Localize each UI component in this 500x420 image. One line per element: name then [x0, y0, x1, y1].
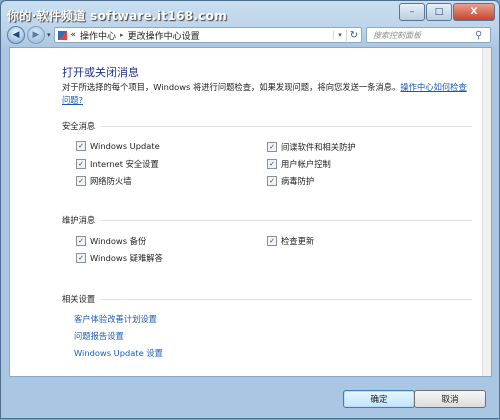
refresh-icon[interactable]: ↻	[346, 29, 361, 41]
security-messages-section: 安全消息 ✓ Windows Update ✓ 间谍软件和相关防护 ✓ Inte…	[62, 120, 472, 201]
page-description: 对于所选择的每个项目，Windows 将进行问题检查，如果发现问题，将向您发送一…	[62, 81, 470, 107]
checkbox-label: Windows Update	[90, 141, 160, 151]
internet-security-checkbox[interactable]: ✓ Internet 安全设置	[76, 158, 159, 170]
address-overflow-button[interactable]: «	[71, 30, 77, 40]
description-text: 对于所选择的每个项目，Windows 将进行问题检查，如果发现问题，将向您发送一…	[62, 82, 401, 92]
checkbox-label: 病毒防护	[281, 176, 315, 186]
watermark-text: 你的·软件频道 software.it168.com	[7, 9, 227, 23]
checkbox-label: 检查更新	[281, 236, 315, 246]
virus-protection-checkbox[interactable]: ✓ 病毒防护	[267, 175, 314, 187]
user-account-control-checkbox[interactable]: ✓ 用户帐户控制	[267, 158, 331, 170]
address-bar[interactable]: « 操作中心 ▸ 更改操作中心设置 ▾ ↻	[53, 27, 362, 43]
address-dropdown-chevron-down-icon[interactable]: ▾	[333, 31, 346, 39]
checkbox-label: Windows 疑难解答	[90, 253, 163, 263]
action-center-flag-icon	[57, 30, 67, 40]
section-divider	[101, 125, 472, 127]
content-pane: 打开或关闭消息 对于所选择的每个项目，Windows 将进行问题检查，如果发现问…	[9, 47, 492, 377]
network-firewall-checkbox[interactable]: ✓ 网络防火墙	[76, 175, 132, 187]
checkmark-icon[interactable]: ✓	[76, 176, 86, 186]
checkmark-icon[interactable]: ✓	[267, 159, 277, 169]
checkmark-icon[interactable]: ✓	[76, 236, 86, 246]
security-messages-header: 安全消息	[62, 120, 472, 132]
ok-button[interactable]: 确定	[343, 390, 415, 408]
check-for-updates-checkbox[interactable]: ✓ 检查更新	[267, 235, 314, 247]
windows-update-settings-link[interactable]: Windows Update 设置	[74, 345, 472, 362]
related-settings-section: 相关设置 客户体验改善计划设置 问题报告设置 Windows Update 设置	[62, 293, 472, 362]
close-button[interactable]: X	[453, 3, 495, 21]
page-title: 打开或关闭消息	[62, 66, 139, 79]
checkmark-icon[interactable]: ✓	[267, 176, 277, 186]
search-input[interactable]	[371, 29, 475, 41]
search-box[interactable]: ⚲	[366, 27, 491, 43]
related-links-list: 客户体验改善计划设置 问题报告设置 Windows Update 设置	[62, 311, 472, 362]
maintenance-messages-heading: 维护消息	[62, 215, 96, 225]
section-divider	[101, 219, 472, 221]
cancel-button[interactable]: 取消	[414, 390, 486, 408]
checkbox-label: 网络防火墙	[90, 176, 132, 186]
related-settings-heading: 相关设置	[62, 294, 96, 304]
checkbox-label: 间谍软件和相关防护	[281, 142, 356, 152]
forward-button[interactable]: ▶	[27, 26, 45, 44]
control-panel-window: 你的·软件频道 software.it168.com – □ X ◀ ▶ ▾ «…	[0, 0, 500, 419]
windows-troubleshooting-checkbox[interactable]: ✓ Windows 疑难解答	[76, 252, 163, 264]
maximize-button[interactable]: □	[426, 3, 452, 21]
security-checkbox-grid: ✓ Windows Update ✓ 间谍软件和相关防护 ✓ Internet …	[62, 141, 472, 201]
maintenance-messages-header: 维护消息	[62, 214, 472, 226]
windows-backup-checkbox[interactable]: ✓ Windows 备份	[76, 235, 146, 247]
checkbox-label: Windows 备份	[90, 236, 147, 246]
security-messages-heading: 安全消息	[62, 121, 96, 131]
breadcrumb-change-settings[interactable]: 更改操作中心设置	[128, 29, 200, 42]
checkbox-label: 用户帐户控制	[281, 159, 331, 169]
navigation-bar: ◀ ▶ ▾ « 操作中心 ▸ 更改操作中心设置 ▾ ↻ ⚲	[7, 26, 491, 44]
checkmark-icon[interactable]: ✓	[267, 142, 277, 152]
dialog-footer: 确定 取消	[1, 377, 500, 420]
breadcrumb-action-center[interactable]: 操作中心	[80, 29, 116, 42]
window-controls: – □ X	[398, 3, 495, 21]
maintenance-checkbox-grid: ✓ Windows 备份 ✓ 检查更新 ✓ Windows 疑难解答	[62, 235, 472, 275]
checkmark-icon[interactable]: ✓	[76, 159, 86, 169]
windows-update-checkbox[interactable]: ✓ Windows Update	[76, 141, 160, 151]
section-divider	[101, 298, 472, 300]
back-button[interactable]: ◀	[7, 26, 25, 44]
recent-pages-chevron-down-icon[interactable]: ▾	[47, 31, 51, 39]
checkmark-icon[interactable]: ✓	[267, 236, 277, 246]
breadcrumb-separator-icon[interactable]: ▸	[120, 31, 124, 39]
checkmark-icon[interactable]: ✓	[76, 253, 86, 263]
problem-reporting-settings-link[interactable]: 问题报告设置	[74, 328, 472, 345]
maintenance-messages-section: 维护消息 ✓ Windows 备份 ✓ 检查更新 ✓ Windows 疑难解答	[62, 214, 472, 275]
search-icon[interactable]: ⚲	[475, 30, 482, 41]
spyware-protection-checkbox[interactable]: ✓ 间谍软件和相关防护	[267, 141, 356, 153]
related-settings-header: 相关设置	[62, 293, 472, 305]
checkbox-label: Internet 安全设置	[90, 159, 159, 169]
minimize-button[interactable]: –	[399, 3, 425, 21]
checkmark-icon[interactable]: ✓	[76, 141, 86, 151]
customer-experience-settings-link[interactable]: 客户体验改善计划设置	[74, 311, 472, 328]
vertical-scrollbar[interactable]	[482, 48, 491, 376]
